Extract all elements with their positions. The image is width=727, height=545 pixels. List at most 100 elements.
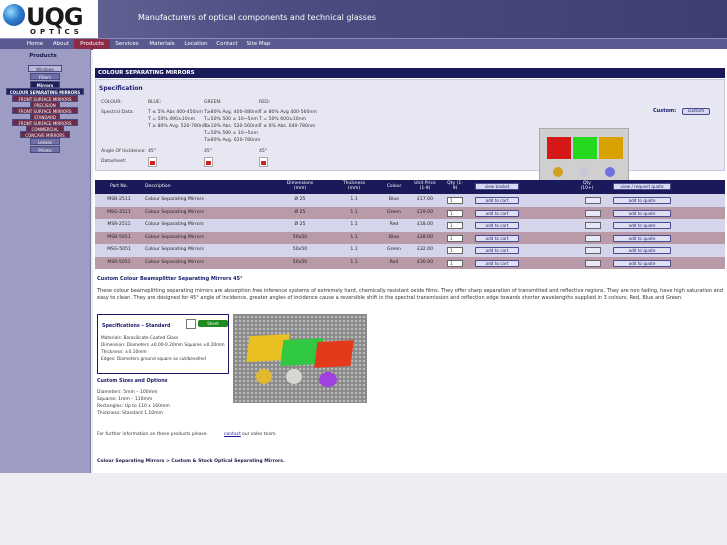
standard-spec-title: Specifications – Standard xyxy=(102,324,171,329)
main-nav: Home About Products Services Materials L… xyxy=(0,38,727,50)
green-spec-line: T=50% 590 ± 10~5nm xyxy=(204,131,258,136)
green-spec-line: T≥80% Avg. 620-780nm xyxy=(204,138,261,143)
standard-spec-line: Materials: Borosilicate Coated Glass xyxy=(101,336,179,341)
add-to-cart-button[interactable]: add to cart xyxy=(475,247,519,254)
cell-part: MSG-2511 xyxy=(107,209,131,215)
qty-bulk-input[interactable] xyxy=(585,259,601,267)
table-body: MSB-2511 Colour Separating Mirrors Ø 25 1.1… xyxy=(95,194,725,269)
add-to-cart-button[interactable]: add to cart xyxy=(475,209,519,217)
contact-link[interactable]: contact xyxy=(224,432,241,437)
cell-desc: Colour Separating Mirrors xyxy=(145,247,204,252)
standard-spec-line: Edges: Diameters ground square as cut/be… xyxy=(101,357,206,362)
qty-bulk-input[interactable] xyxy=(585,197,601,204)
sidebar-item-filters[interactable]: Filters xyxy=(30,73,60,80)
cell-thick: 1.1 xyxy=(350,234,358,240)
sidebar-item-prisms[interactable]: Prisms xyxy=(30,146,60,153)
cell-dims: 50x50 xyxy=(292,259,308,265)
add-to-quote-button[interactable]: add to quote xyxy=(613,209,671,217)
qty-bulk-input[interactable] xyxy=(585,209,601,217)
cell-desc: Colour Separating Mirrors xyxy=(145,234,204,240)
table-row: MSG-2511 Colour Separating Mirrors Ø 25 1.1… xyxy=(95,206,725,219)
qty-bulk-input[interactable] xyxy=(585,247,601,254)
qty-select[interactable]: 1 xyxy=(447,259,463,267)
cell-colour: Red xyxy=(389,259,399,265)
specification-panel: Specification COLOUR: Spectral Data: Ang… xyxy=(95,79,725,186)
add-to-quote-button[interactable]: add to quote xyxy=(613,259,671,267)
sidebar-item-concave[interactable]: CONCAVE MIRRORS xyxy=(20,131,70,138)
pdf-icon[interactable] xyxy=(186,319,196,329)
cell-desc: Colour Separating Mirrors xyxy=(145,259,204,265)
green-heading: GREEN: xyxy=(204,100,222,105)
description-body: These colour beamsplitting separating mi… xyxy=(97,288,723,302)
green-pdf-icon[interactable] xyxy=(204,157,213,167)
contact-prompt: For further information on these product… xyxy=(97,432,207,437)
table-row: MSB-2511 Colour Separating Mirrors Ø 25 1.1… xyxy=(95,194,725,207)
custom-button[interactable]: custom xyxy=(682,108,710,115)
colour-swatch-image xyxy=(539,128,629,186)
cell-colour: Green xyxy=(387,209,401,215)
product-table: Part No. Description Dimensions (mm) Thi… xyxy=(95,180,725,269)
qty-bulk-input[interactable] xyxy=(585,234,601,242)
sidebar-item-lenses[interactable]: Lenses xyxy=(30,138,60,145)
red-pdf-icon[interactable] xyxy=(259,157,268,167)
main-content: COLOUR SEPARATING MIRRORS Specification … xyxy=(93,49,727,473)
spectral-label: Spectral Data: xyxy=(101,110,134,115)
table-row: MSR-5051 Colour Separating Mirrors 50x50 1.… xyxy=(95,256,725,269)
cell-colour: Blue xyxy=(388,234,400,240)
sidebar-item-windows[interactable]: Windows xyxy=(28,65,62,72)
add-to-quote-button[interactable]: add to quote xyxy=(613,197,671,204)
th-qty1: Qty (1-9) xyxy=(447,181,463,191)
cell-price: £32.00 xyxy=(416,247,434,252)
blue-spec-line: T ≤ 5% Abs 400-450nm xyxy=(148,110,203,115)
qty-bulk-input[interactable] xyxy=(585,222,601,229)
qty-select[interactable]: 1 xyxy=(447,247,463,254)
add-to-cart-button[interactable]: add to cart xyxy=(475,197,519,204)
orange-swatch xyxy=(599,137,623,159)
table-row: MSB-5051 Colour Separating Mirrors 50x50 1.… xyxy=(95,231,725,244)
cell-dims: Ø 25 xyxy=(294,197,306,202)
th-desc: Description xyxy=(145,184,171,189)
qty-select[interactable]: 1 xyxy=(447,234,463,242)
add-to-quote-button[interactable]: add to quote xyxy=(613,234,671,242)
custom-label: Custom: xyxy=(653,108,677,114)
blue-heading: BLUE: xyxy=(148,100,162,105)
view-basket-button[interactable]: view basket xyxy=(475,183,519,190)
size-line: Rectangles: Up to 110 x 160mm xyxy=(97,404,170,409)
cell-dims: Ø 25 xyxy=(294,222,306,227)
cell-price: £17.00 xyxy=(416,197,434,202)
qty-select[interactable]: 1 xyxy=(447,209,463,217)
cell-colour: Green xyxy=(387,247,401,252)
add-to-quote-button[interactable]: add to quote xyxy=(613,247,671,254)
th-dims: Dimensions (mm) xyxy=(286,181,314,191)
th-qty2: Qty (10+) xyxy=(580,181,594,191)
cell-price: £28.00 xyxy=(416,234,434,240)
sidebar-item-mirrors[interactable]: Mirrors xyxy=(30,81,60,88)
contact-suffix: our sales team. xyxy=(242,432,277,437)
standard-spec-box: Specifications – Standard Sheet Material… xyxy=(97,314,229,374)
logo-globe-icon xyxy=(3,4,25,26)
cell-thick: 1.1 xyxy=(350,247,358,252)
sidebar-item-colour-separating[interactable]: COLOUR SEPARATING MIRRORS xyxy=(6,88,84,95)
qty-select[interactable]: 1 xyxy=(447,222,463,229)
logo-brand: UQG xyxy=(26,3,84,31)
logo[interactable]: UQG OPTICS xyxy=(0,0,98,38)
add-to-cart-button[interactable]: add to cart xyxy=(475,222,519,229)
angle-label: Angle Of Incidence: xyxy=(101,149,146,154)
blue-pdf-icon[interactable] xyxy=(148,157,157,167)
swatch-dot xyxy=(553,167,563,177)
red-angle: 45° xyxy=(259,149,268,154)
cell-part: MSR-5051 xyxy=(107,259,131,265)
th-thick: Thickness (mm) xyxy=(342,181,366,191)
cell-desc: Colour Separating Mirrors xyxy=(145,209,204,215)
cell-desc: Colour Separating Mirrors xyxy=(145,222,204,227)
site-tagline: Manufacturers of optical components and … xyxy=(138,13,377,22)
yellow-disc xyxy=(256,369,272,384)
category-heading: COLOUR SEPARATING MIRRORS xyxy=(95,68,725,78)
green-spec-line: T=50% 500 ± 10~5nm xyxy=(204,117,258,122)
view-quote-button[interactable]: view / request quote xyxy=(613,183,671,190)
qty-select[interactable]: 1 xyxy=(447,197,463,204)
sheet-button[interactable]: Sheet xyxy=(198,320,228,327)
add-to-quote-button[interactable]: add to quote xyxy=(613,222,671,229)
add-to-cart-button[interactable]: add to cart xyxy=(475,234,519,242)
add-to-cart-button[interactable]: add to cart xyxy=(475,259,519,267)
